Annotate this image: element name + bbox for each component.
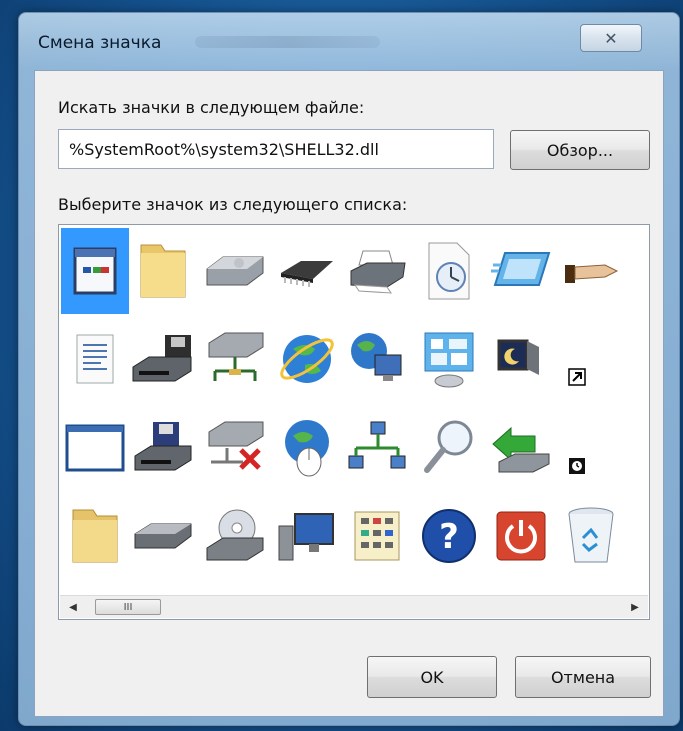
internet-globe-icon (280, 335, 334, 383)
globe-computer-icon (351, 333, 402, 381)
close-icon: ✕ (604, 28, 618, 48)
icon-cell[interactable] (487, 405, 555, 491)
icon-cell[interactable] (343, 493, 411, 579)
icon-cell[interactable] (487, 493, 555, 579)
clock-badge-icon (569, 458, 585, 474)
folder-icon (140, 244, 186, 298)
icon-cell[interactable] (129, 493, 197, 579)
icon-cell[interactable] (273, 493, 341, 579)
icon-cell[interactable] (487, 228, 555, 314)
icon-cell[interactable] (273, 228, 341, 314)
network-computers-icon (348, 421, 406, 469)
icon-cell[interactable] (201, 493, 269, 579)
display-settings-icon (491, 252, 551, 286)
control-panel-icon (424, 332, 474, 388)
cd-drive-icon (206, 509, 264, 561)
icon-cell[interactable] (201, 316, 269, 402)
network-drive-icon (208, 332, 264, 381)
clock-document-icon (428, 242, 470, 300)
icon-cell[interactable] (487, 316, 555, 402)
icon-cell[interactable] (557, 316, 625, 402)
globe-mouse-icon (285, 420, 329, 477)
drive-with-floppy-icon (132, 335, 192, 382)
browse-button[interactable]: Обзор... (510, 130, 650, 170)
magnifier-icon (424, 420, 473, 473)
monitor-moon-icon (497, 339, 539, 375)
icon-cell[interactable] (61, 405, 129, 491)
file-path-input[interactable] (58, 129, 494, 169)
close-button[interactable]: ✕ (580, 24, 642, 52)
icon-cell[interactable] (61, 316, 129, 402)
icon-cell[interactable] (129, 316, 197, 402)
dialog-title: Смена значка (38, 33, 162, 53)
help-icon: ? (422, 509, 476, 563)
icon-cell-selected[interactable] (61, 228, 129, 314)
floppy-drive-icon (134, 422, 192, 471)
icon-cell[interactable] (273, 405, 341, 491)
icon-cell[interactable] (415, 405, 483, 491)
optical-drive-icon (134, 523, 192, 549)
icon-cell[interactable] (415, 316, 483, 402)
icon-cell[interactable] (343, 228, 411, 314)
search-label: Искать значки в следующем файле: (58, 98, 365, 117)
computer-monitor-icon (278, 513, 334, 561)
scroll-left-icon[interactable]: ◀ (66, 599, 80, 615)
blurred-title-area (195, 36, 380, 48)
icon-cell[interactable] (557, 405, 625, 491)
recycle-bin-icon (568, 507, 614, 563)
icon-cell[interactable] (273, 316, 341, 402)
icon-list[interactable]: ? ◀ III ▶ (58, 224, 650, 620)
shortcut-arrow-icon (568, 368, 586, 386)
scrollbar-thumb[interactable]: III (95, 599, 161, 615)
svg-text:?: ? (439, 517, 459, 557)
disconnected-drive-icon (208, 421, 264, 470)
memory-chip-icon (281, 261, 333, 287)
icon-cell[interactable] (557, 228, 625, 314)
app-window-icon (73, 247, 117, 295)
icon-cell[interactable] (61, 493, 129, 579)
sharing-hand-icon (565, 264, 619, 283)
icon-cell[interactable] (129, 405, 197, 491)
folder-open-icon (72, 509, 118, 563)
icon-cell[interactable]: ? (415, 493, 483, 579)
icon-cell[interactable] (415, 228, 483, 314)
green-arrow-drive-icon (492, 426, 550, 473)
icon-list-label: Выберите значок из следующего списка: (58, 195, 408, 214)
blank-window-icon (65, 424, 125, 472)
horizontal-scrollbar[interactable]: ◀ III ▶ (60, 595, 648, 618)
scroll-right-icon[interactable]: ▶ (628, 599, 642, 615)
printer-icon (350, 250, 406, 294)
grid-list-icon (354, 511, 400, 561)
hard-drive-icon (206, 256, 264, 286)
cancel-button[interactable]: Отмена (515, 656, 651, 698)
icon-cell[interactable] (129, 228, 197, 314)
icon-cell[interactable] (201, 228, 269, 314)
ok-button[interactable]: OK (367, 656, 497, 698)
icon-cell[interactable] (343, 405, 411, 491)
icon-cell[interactable] (343, 316, 411, 402)
text-document-icon (76, 334, 114, 384)
icon-cell[interactable] (201, 405, 269, 491)
icon-cell[interactable] (557, 493, 625, 579)
power-icon (496, 511, 546, 561)
